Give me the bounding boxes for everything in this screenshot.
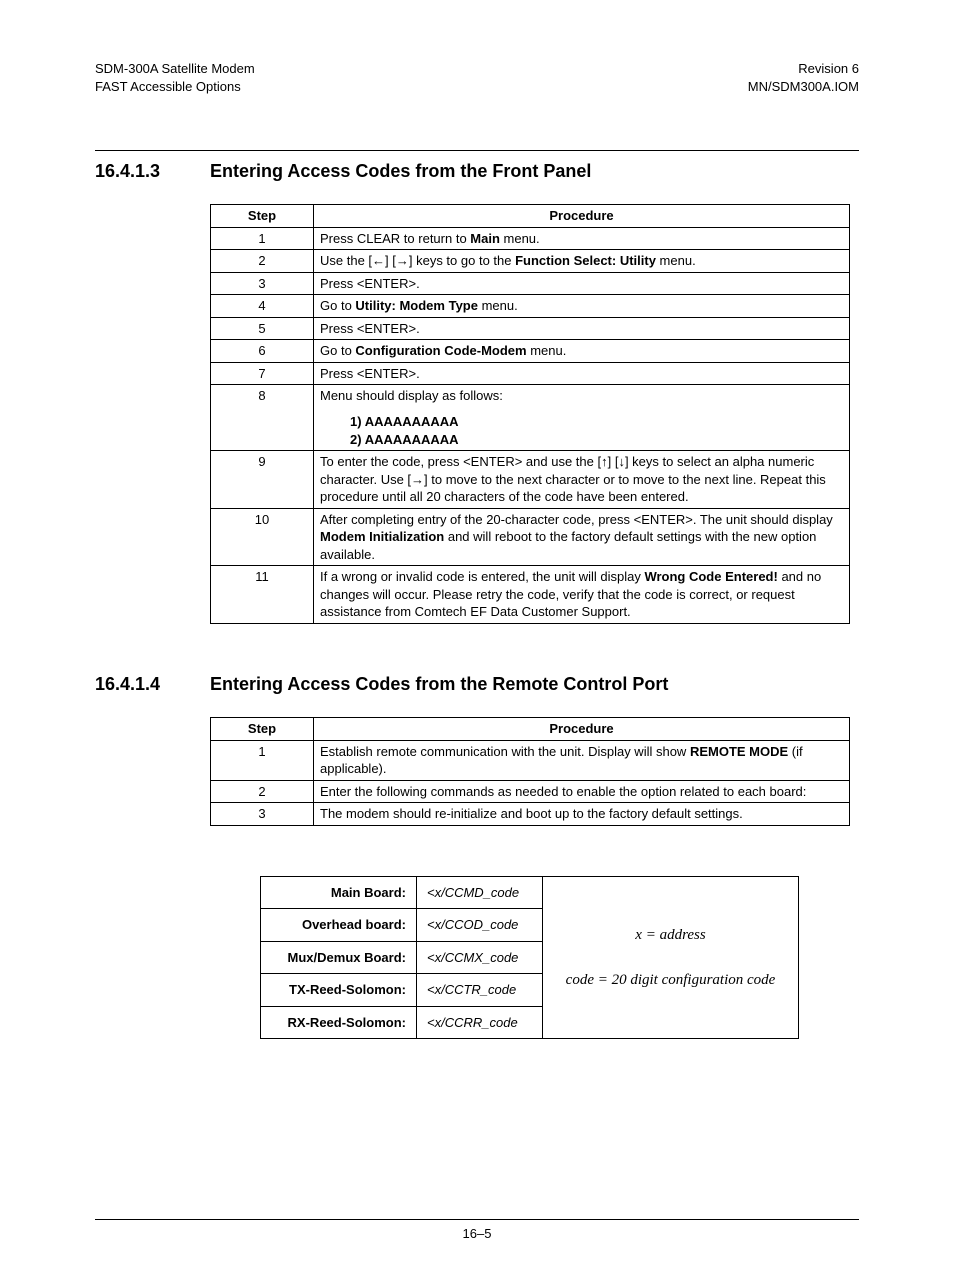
proc-cell: Press <ENTER>. xyxy=(314,317,850,340)
step-cell: 3 xyxy=(211,803,314,826)
table-row: 3 Press <ENTER>. xyxy=(211,272,850,295)
step-cell: 8 xyxy=(211,385,314,451)
command-table: Main Board: <x/CCMD_code x = address cod… xyxy=(260,876,799,1040)
table-row: 10 After completing entry of the 20-char… xyxy=(211,508,850,566)
cmd-code: <x/CCMX_code xyxy=(417,941,543,974)
header-right-2: MN/SDM300A.IOM xyxy=(748,78,859,96)
procedure-table-1: Step Procedure 1 Press CLEAR to return t… xyxy=(210,204,850,624)
table-row: 2 Enter the following commands as needed… xyxy=(211,780,850,803)
cmd-label: Main Board: xyxy=(261,876,417,909)
step-cell: 3 xyxy=(211,272,314,295)
step-cell: 2 xyxy=(211,780,314,803)
step-cell: 6 xyxy=(211,340,314,363)
cmd-code: <x/CCMD_code xyxy=(417,876,543,909)
table-row: 7 Press <ENTER>. xyxy=(211,362,850,385)
proc-cell: The modem should re-initialize and boot … xyxy=(314,803,850,826)
proc-cell: Use the [←] [→] keys to go to the Functi… xyxy=(314,250,850,273)
step-cell: 9 xyxy=(211,451,314,509)
proc-cell: Menu should display as follows: 1) AAAAA… xyxy=(314,385,850,451)
page-header: SDM-300A Satellite Modem Revision 6 FAST… xyxy=(95,60,859,95)
section-heading-1: 16.4.1.3 Entering Access Codes from the … xyxy=(95,161,859,182)
proc-cell: Press CLEAR to return to Main menu. xyxy=(314,227,850,250)
step-cell: 1 xyxy=(211,227,314,250)
th-step: Step xyxy=(211,205,314,228)
th-procedure: Procedure xyxy=(314,205,850,228)
cmd-notes: x = address code = 20 digit configuratio… xyxy=(543,876,799,1039)
cmd-label: Overhead board: xyxy=(261,909,417,942)
table-row: 4 Go to Utility: Modem Type menu. xyxy=(211,295,850,318)
step-cell: 11 xyxy=(211,566,314,624)
step-cell: 2 xyxy=(211,250,314,273)
cmd-code: <x/CCOD_code xyxy=(417,909,543,942)
step-cell: 7 xyxy=(211,362,314,385)
proc-cell: After completing entry of the 20-charact… xyxy=(314,508,850,566)
step-cell: 5 xyxy=(211,317,314,340)
header-right-1: Revision 6 xyxy=(798,60,859,78)
cmd-code: <x/CCTR_code xyxy=(417,974,543,1007)
table-row: 2 Use the [←] [→] keys to go to the Func… xyxy=(211,250,850,273)
proc-cell: Establish remote communication with the … xyxy=(314,740,850,780)
cmd-label: RX-Reed-Solomon: xyxy=(261,1006,417,1039)
step-cell: 1 xyxy=(211,740,314,780)
table-row: 8 Menu should display as follows: 1) AAA… xyxy=(211,385,850,451)
step-cell: 10 xyxy=(211,508,314,566)
proc-cell: Go to Utility: Modem Type menu. xyxy=(314,295,850,318)
table-row: 3 The modem should re-initialize and boo… xyxy=(211,803,850,826)
table-row: 11 If a wrong or invalid code is entered… xyxy=(211,566,850,624)
table-row: 9 To enter the code, press <ENTER> and u… xyxy=(211,451,850,509)
page-number: 16–5 xyxy=(95,1226,859,1241)
header-left-1: SDM-300A Satellite Modem xyxy=(95,60,255,78)
section-number-1: 16.4.1.3 xyxy=(95,161,205,182)
section-heading-2: 16.4.1.4 Entering Access Codes from the … xyxy=(95,674,859,695)
header-rule xyxy=(95,150,859,151)
table-row: 1 Establish remote communication with th… xyxy=(211,740,850,780)
proc-cell: To enter the code, press <ENTER> and use… xyxy=(314,451,850,509)
th-step: Step xyxy=(211,718,314,741)
cmd-label: TX-Reed-Solomon: xyxy=(261,974,417,1007)
th-procedure: Procedure xyxy=(314,718,850,741)
section-number-2: 16.4.1.4 xyxy=(95,674,205,695)
cmd-code: <x/CCRR_code xyxy=(417,1006,543,1039)
proc-cell: If a wrong or invalid code is entered, t… xyxy=(314,566,850,624)
table-row: Main Board: <x/CCMD_code x = address cod… xyxy=(261,876,799,909)
proc-cell: Enter the following commands as needed t… xyxy=(314,780,850,803)
section-title-2: Entering Access Codes from the Remote Co… xyxy=(210,674,668,694)
procedure-table-2: Step Procedure 1 Establish remote commun… xyxy=(210,717,850,826)
proc-cell: Press <ENTER>. xyxy=(314,362,850,385)
proc-cell: Press <ENTER>. xyxy=(314,272,850,295)
table-row: 6 Go to Configuration Code-Modem menu. xyxy=(211,340,850,363)
footer-rule xyxy=(95,1219,859,1220)
table-row: 1 Press CLEAR to return to Main menu. xyxy=(211,227,850,250)
proc-cell: Go to Configuration Code-Modem menu. xyxy=(314,340,850,363)
cmd-label: Mux/Demux Board: xyxy=(261,941,417,974)
table-row: 5 Press <ENTER>. xyxy=(211,317,850,340)
header-left-2: FAST Accessible Options xyxy=(95,78,241,96)
section-title-1: Entering Access Codes from the Front Pan… xyxy=(210,161,591,181)
step-cell: 4 xyxy=(211,295,314,318)
